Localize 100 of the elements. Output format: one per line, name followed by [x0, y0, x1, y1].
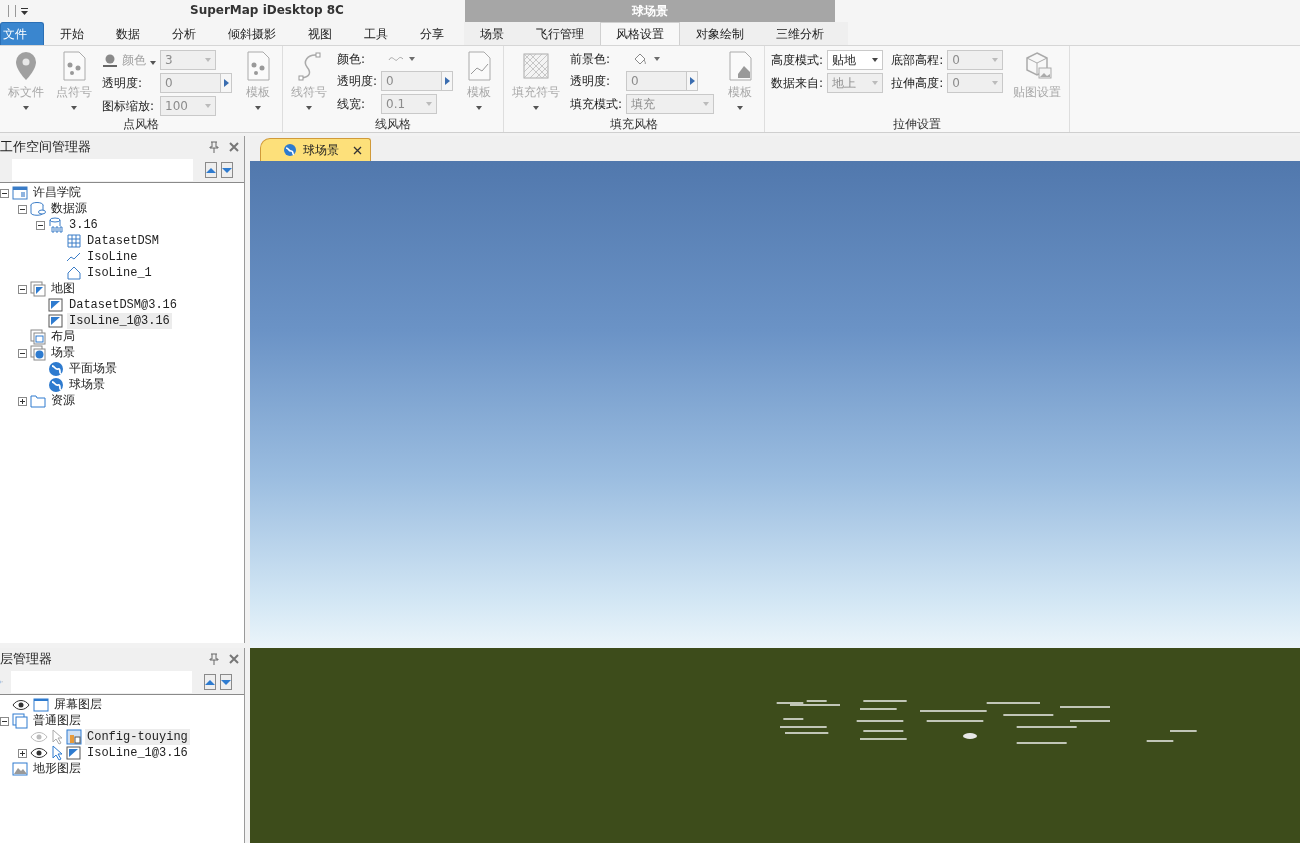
tree-item[interactable]: 地形图层	[31, 761, 83, 777]
field-label: 数据来自:	[771, 74, 824, 92]
ribbon-tab[interactable]: 风格设置	[600, 22, 680, 45]
globe-icon	[283, 143, 297, 157]
color-swatch-icon	[102, 53, 118, 67]
field-label: 高度模式:	[771, 51, 824, 69]
ribbon-tab[interactable]: 场景	[464, 22, 520, 45]
move-down-button[interactable]	[220, 674, 232, 690]
group-title: 线风格	[374, 116, 412, 132]
map-folder-icon	[30, 281, 46, 297]
field-label: 填充模式:	[570, 95, 623, 113]
map-icon	[48, 297, 64, 313]
ribbon-tab[interactable]: 三维分析	[760, 22, 840, 45]
scene-folder-icon	[30, 345, 46, 361]
cursor-icon[interactable]	[51, 745, 63, 761]
close-icon[interactable]	[228, 141, 240, 153]
tree-item[interactable]: Config-touying	[85, 729, 190, 745]
tree-item[interactable]: 许昌学院	[31, 185, 83, 201]
field-label: 透明度:	[337, 72, 378, 90]
tree-item[interactable]: IsoLine_1@3.16	[85, 745, 190, 761]
field-label: 拉伸高度:	[891, 74, 944, 92]
database-icon	[30, 201, 46, 217]
eye-icon[interactable]	[12, 699, 30, 711]
group-title: 填充风格	[609, 116, 660, 132]
tree-item[interactable]: DatasetDSM@3.16	[67, 297, 180, 313]
tree-item[interactable]: 普通图层	[31, 713, 83, 729]
workspace-icon	[12, 185, 28, 201]
polygon-icon	[66, 265, 82, 281]
tree-item[interactable]: 地图	[49, 281, 77, 297]
move-up-button[interactable]	[204, 674, 216, 690]
ribbon-tab[interactable]: 数据	[100, 22, 156, 45]
globe-icon	[48, 361, 64, 377]
caret-icon	[150, 60, 156, 65]
dropdown-field[interactable]: 贴地	[827, 50, 884, 70]
ribbon-tab[interactable]: 飞行管理	[520, 22, 600, 45]
tree-item[interactable]: DatasetDSM	[85, 233, 161, 249]
ribbon-tab[interactable]: 分析	[156, 22, 212, 45]
map-icon	[48, 313, 64, 329]
tree-item[interactable]: 数据源	[49, 201, 89, 217]
tree-item[interactable]: IsoLine_1@3.16	[67, 313, 172, 329]
ribbon-tab[interactable]: 倾斜摄影	[212, 22, 292, 45]
paint-bucket-icon	[632, 52, 649, 66]
search-field[interactable]	[11, 671, 192, 693]
close-icon[interactable]	[228, 653, 240, 665]
group-title: 拉伸设置	[892, 116, 943, 132]
caret-icon	[533, 106, 540, 110]
field-label: 线宽:	[337, 95, 367, 113]
eye-icon[interactable]	[30, 747, 48, 759]
group-title: 点风格	[122, 116, 160, 132]
ribbon-tab[interactable]: 工具	[348, 22, 404, 45]
expand-toggle[interactable]	[18, 748, 27, 758]
collapse-toggle[interactable]	[36, 220, 45, 230]
terrain-icon	[12, 761, 28, 777]
field-label: 颜色:	[337, 50, 367, 68]
tree-item[interactable]: 布局	[49, 329, 77, 345]
building-layer-icon	[66, 729, 82, 745]
database-icon	[48, 217, 64, 233]
cursor-icon[interactable]	[51, 729, 63, 745]
tree-item[interactable]: 3.16	[67, 217, 100, 233]
collapse-toggle[interactable]	[18, 348, 27, 358]
stacked-pages-icon	[12, 713, 28, 729]
window-title: SuperMap iDesktop 8C	[190, 3, 344, 17]
ribbon-tab[interactable]: 对象绘制	[680, 22, 760, 45]
field-label: 前景色:	[570, 50, 612, 68]
globe-icon	[48, 377, 64, 393]
move-down-button[interactable]	[221, 162, 233, 178]
ribbon-tab[interactable]: 开始	[44, 22, 100, 45]
expand-toggle[interactable]	[18, 396, 27, 406]
field-label: 透明度:	[102, 74, 144, 92]
close-button[interactable]	[353, 145, 362, 155]
collapse-toggle[interactable]	[18, 204, 27, 214]
document-tab[interactable]: 球场景	[260, 138, 371, 161]
tree-item[interactable]: IsoLine	[85, 249, 140, 265]
pin-icon[interactable]	[208, 653, 220, 665]
search-field[interactable]	[12, 159, 193, 181]
caret-icon	[71, 106, 77, 110]
collapse-toggle[interactable]	[18, 284, 27, 294]
ribbon-tab[interactable]: 视图	[292, 22, 348, 45]
panel-title: 层管理器	[0, 650, 52, 668]
file-menu-button[interactable]: 文件	[0, 22, 44, 45]
caret-icon	[306, 106, 312, 110]
move-up-button[interactable]	[205, 162, 217, 178]
map-icon	[66, 745, 82, 761]
tree-item[interactable]: 场景	[49, 345, 77, 361]
tree-item[interactable]: 屏幕图层	[52, 697, 104, 713]
pin-icon[interactable]	[208, 141, 220, 153]
tree-item[interactable]: 平面场景	[67, 361, 119, 377]
tree-item[interactable]: 资源	[49, 393, 77, 409]
collapse-toggle[interactable]	[0, 716, 9, 726]
caret-icon	[476, 106, 483, 110]
collapse-toggle[interactable]	[0, 188, 9, 198]
window-icon	[33, 697, 49, 713]
layout-folder-icon	[30, 329, 46, 345]
field-label: 透明度:	[570, 72, 612, 90]
caret-icon	[737, 106, 744, 110]
grid-icon	[66, 233, 82, 249]
ribbon-tab[interactable]: 分享	[404, 22, 460, 45]
tree-item[interactable]: IsoLine_1	[85, 265, 154, 281]
tree-item[interactable]: 球场景	[67, 377, 107, 393]
folder-icon	[30, 393, 46, 409]
